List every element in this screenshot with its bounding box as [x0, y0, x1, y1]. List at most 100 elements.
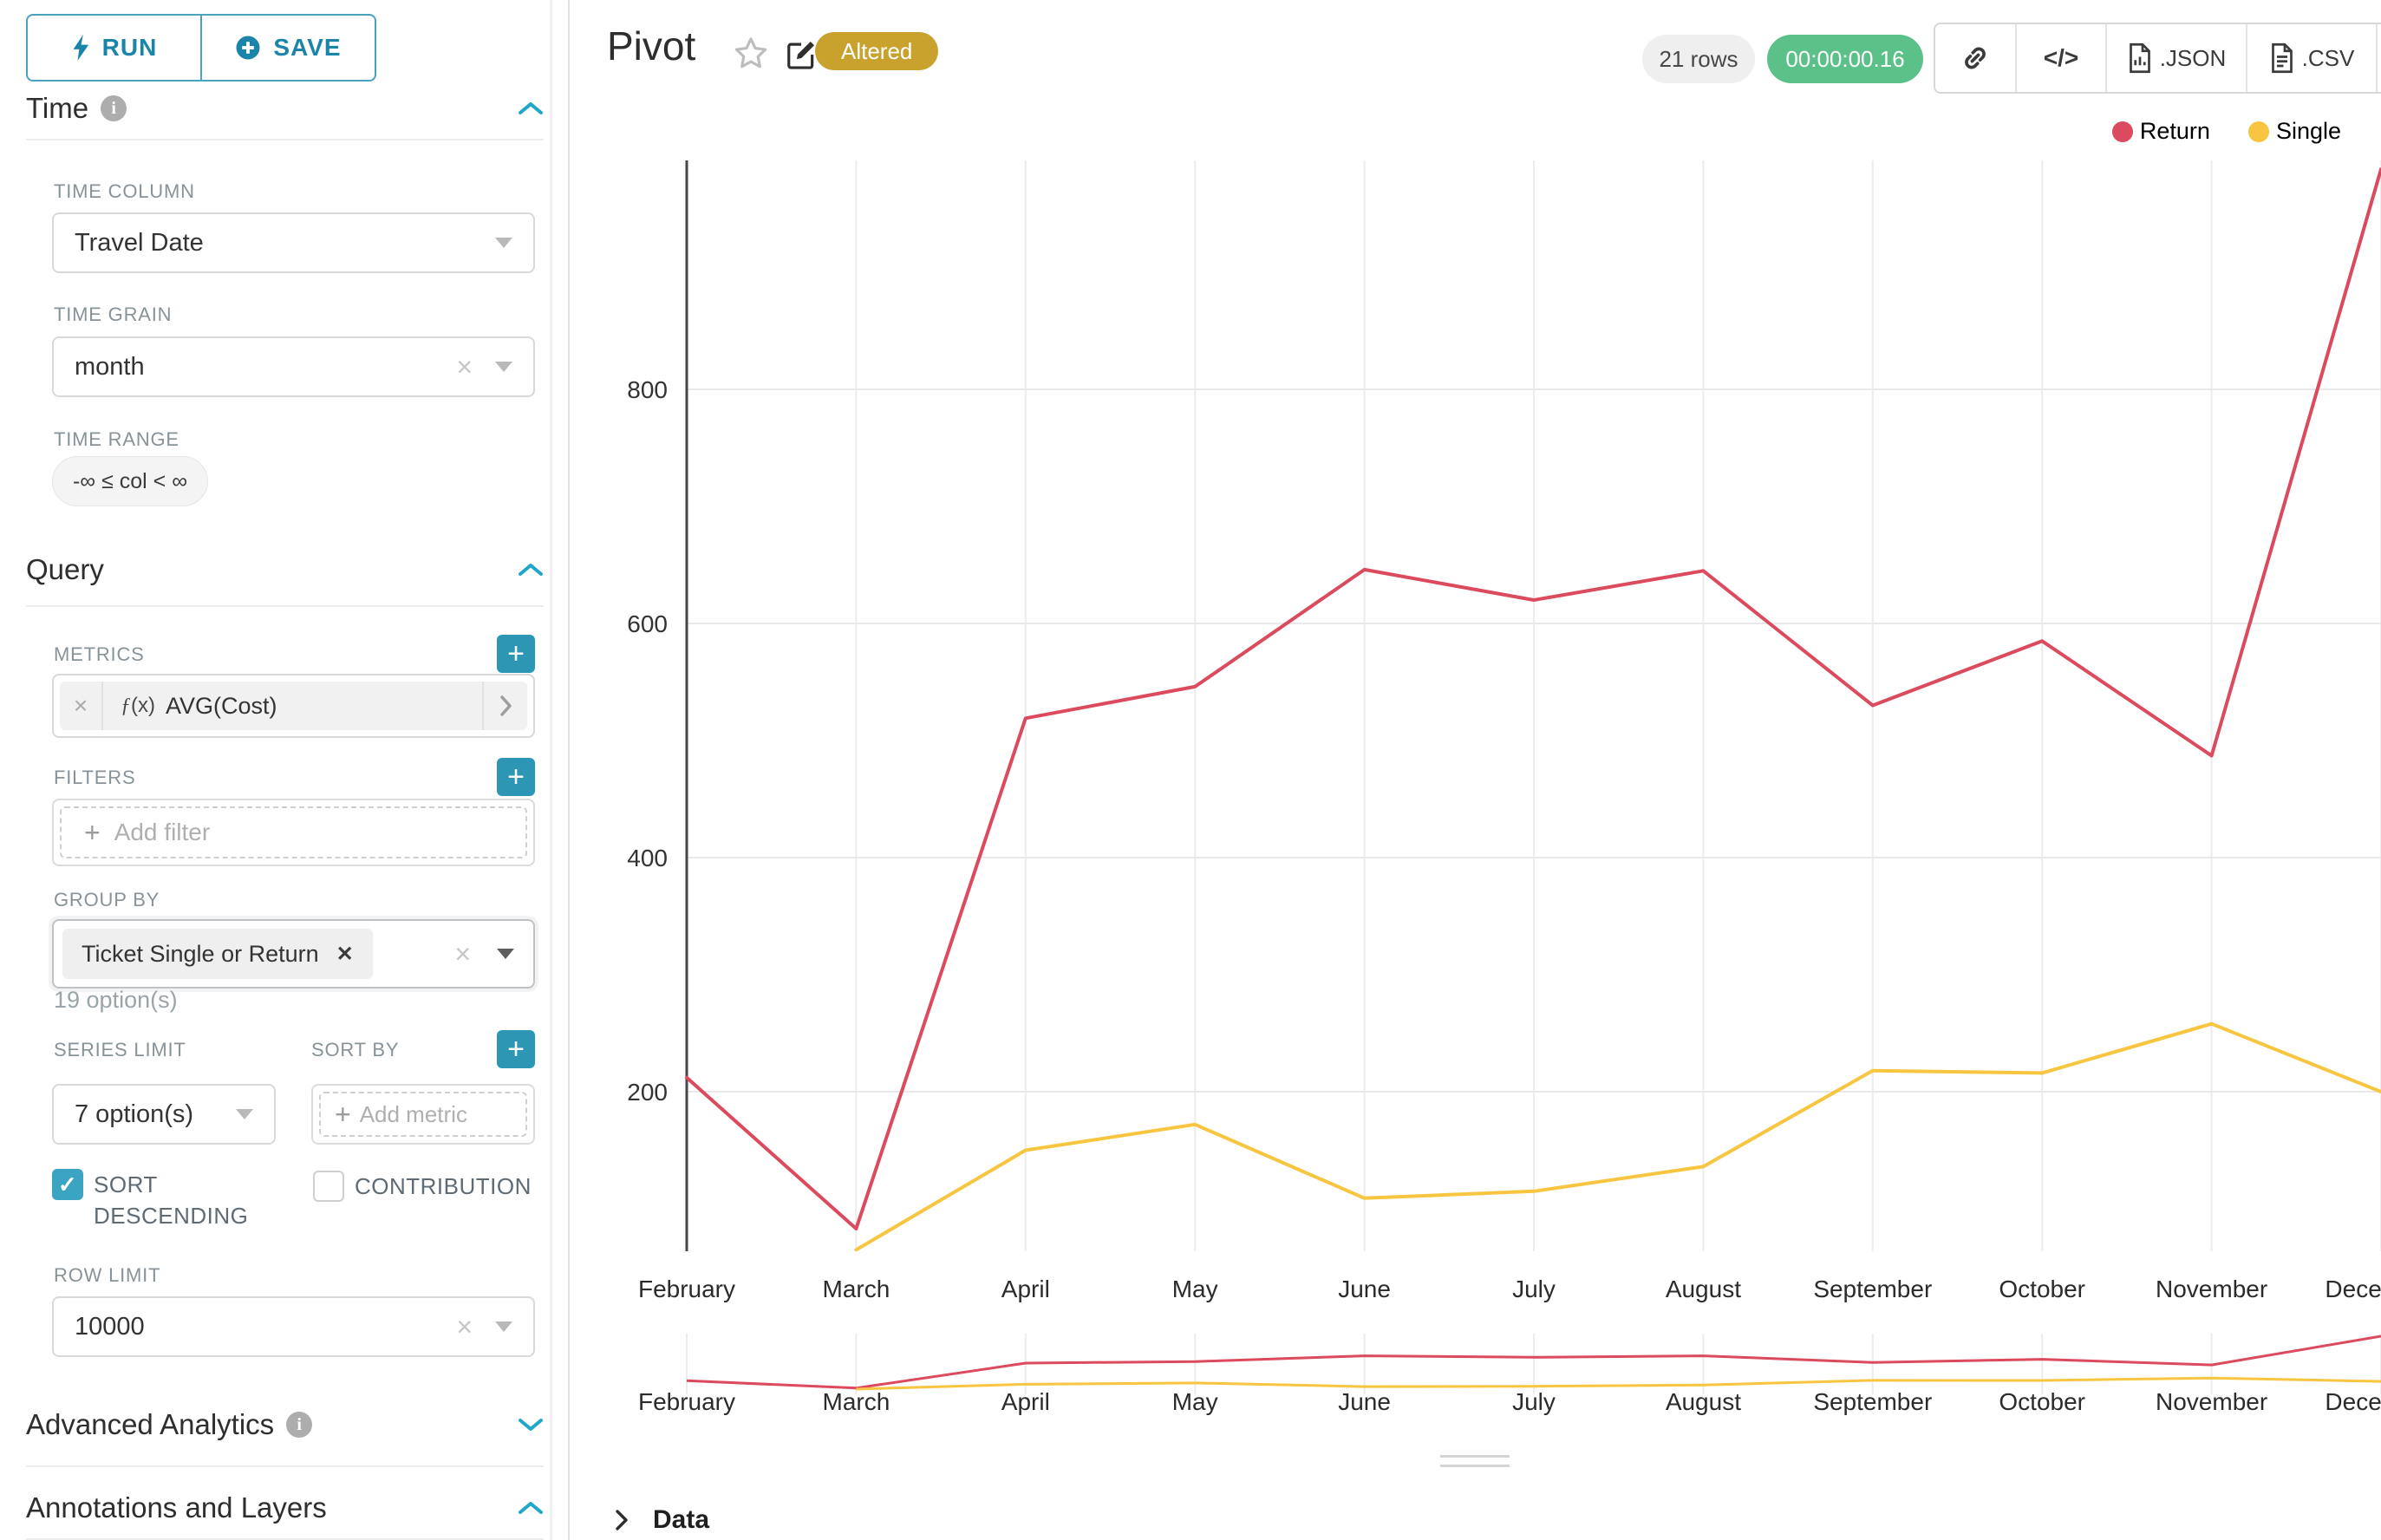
data-section-toggle[interactable]: Data [570, 1500, 2381, 1540]
plus-icon: + [335, 1099, 351, 1131]
favorite-star-icon[interactable] [733, 35, 769, 71]
legend-dot [2248, 121, 2269, 142]
sort-descending-label: SORT DESCENDING [94, 1169, 241, 1231]
chevron-right-icon [613, 1507, 630, 1533]
legend-item-return[interactable]: Return [2112, 118, 2210, 145]
row-limit-select[interactable]: 10000 × [52, 1296, 535, 1357]
legend-item-single[interactable]: Single [2248, 118, 2341, 145]
mini-x-axis-label: September [1813, 1388, 1932, 1415]
run-save-buttons: RUN SAVE [26, 14, 376, 82]
row-limit-label: ROW LIMIT [54, 1264, 160, 1287]
code-icon: </> [2044, 44, 2078, 72]
x-axis-label: April [1001, 1276, 1050, 1302]
annotations-header[interactable]: Annotations and Layers [26, 1491, 544, 1524]
contribution-label: CONTRIBUTION [355, 1171, 532, 1202]
link-icon [1960, 43, 1990, 73]
mini-x-axis-label: February [638, 1388, 735, 1415]
add-filter-dropzone[interactable]: + Add filter [60, 806, 527, 858]
group-by-select[interactable]: Ticket Single or Return ✕ × [52, 919, 535, 989]
sidebar-scrollbar[interactable] [550, 0, 552, 1540]
view-query-button[interactable]: </> [2015, 24, 2105, 92]
expand-metric-icon[interactable] [482, 682, 527, 730]
remove-metric-icon[interactable]: × [60, 682, 103, 730]
section-divider [26, 605, 544, 607]
add-metric-button[interactable]: + [497, 635, 535, 673]
time-grain-label: TIME GRAIN [54, 303, 172, 326]
mini-x-axis-label: May [1172, 1388, 1218, 1415]
y-axis-tick-label: 800 [627, 376, 668, 403]
row-limit-value: 10000 [75, 1313, 145, 1341]
clear-icon[interactable]: × [456, 1313, 473, 1341]
metrics-box: × ƒ(x) AVG(Cost) [52, 674, 535, 738]
remove-chip-icon[interactable]: ✕ [336, 942, 354, 967]
series-limit-select[interactable]: 7 option(s) [52, 1084, 276, 1145]
chart-panel: 200400600800FebruaryFebruaryMarchMarchAp… [570, 0, 2381, 1540]
group-by-chip[interactable]: Ticket Single or Return ✕ [62, 929, 373, 979]
clear-icon[interactable]: × [454, 940, 471, 968]
section-divider [26, 1465, 544, 1467]
time-range-label: TIME RANGE [54, 428, 179, 451]
plus-icon: + [84, 817, 101, 849]
x-axis-label: October [1999, 1276, 2085, 1302]
chevron-up-icon[interactable] [518, 562, 544, 578]
mini-x-axis-label: August [1666, 1388, 1741, 1415]
chevron-up-icon[interactable] [518, 1500, 544, 1516]
save-button[interactable]: SAVE [200, 16, 375, 80]
plus-circle-icon [235, 35, 261, 61]
export-toolbar: </> .JSON .CSV [1934, 23, 2381, 94]
edit-title-icon[interactable] [785, 38, 818, 71]
query-section-header[interactable]: Query [26, 553, 544, 586]
export-csv-button[interactable]: .CSV [2246, 24, 2376, 92]
time-column-value: Travel Date [75, 229, 204, 258]
line-chart[interactable]: 200400600800FebruaryFebruaryMarchMarchAp… [570, 0, 2381, 1540]
mini-x-axis-label: December [2325, 1388, 2381, 1415]
chevron-up-icon[interactable] [518, 101, 544, 116]
save-button-label: SAVE [273, 34, 341, 62]
metrics-label: METRICS [54, 643, 145, 666]
chevron-down-icon[interactable] [495, 238, 512, 248]
add-filter-placeholder: Add filter [114, 819, 211, 846]
sort-descending-checkbox-row[interactable]: ✓ SORT DESCENDING [52, 1169, 251, 1231]
chevron-down-icon[interactable] [236, 1109, 253, 1119]
chart-menu-button[interactable] [2376, 24, 2381, 92]
x-axis-label: November [2156, 1276, 2267, 1302]
legend-label: Return [2140, 118, 2210, 145]
metric-chip[interactable]: × ƒ(x) AVG(Cost) [60, 682, 527, 730]
mini-x-axis-label: October [1999, 1388, 2085, 1415]
run-button[interactable]: RUN [28, 16, 200, 80]
add-filter-button[interactable]: + [497, 758, 535, 796]
add-sort-metric-button[interactable]: + [497, 1030, 535, 1068]
legend-dot [2112, 121, 2133, 142]
chevron-down-icon[interactable] [495, 1321, 512, 1332]
share-link-button[interactable] [1935, 24, 2015, 92]
add-sort-metric-dropzone[interactable]: + Add metric [319, 1092, 527, 1137]
mini-x-axis-label: June [1338, 1388, 1391, 1415]
group-by-helper: 19 option(s) [54, 987, 178, 1014]
x-axis-label: December [2325, 1276, 2381, 1302]
chevron-down-icon[interactable] [518, 1417, 544, 1432]
export-json-button[interactable]: .JSON [2105, 24, 2246, 92]
clear-icon[interactable]: × [456, 353, 473, 381]
sort-by-box: + Add metric [311, 1084, 535, 1145]
time-grain-select[interactable]: month × [52, 336, 535, 397]
resize-drag-handle[interactable] [1440, 1455, 1510, 1458]
unchecked-checkbox-icon[interactable] [313, 1171, 344, 1202]
altered-badge[interactable]: Altered [815, 32, 938, 70]
fx-icon: ƒ(x) [121, 694, 155, 718]
resize-drag-handle[interactable] [1440, 1465, 1510, 1467]
series-line-single[interactable] [856, 1024, 2381, 1250]
csv-file-icon [2269, 42, 2295, 74]
time-section-header[interactable]: Time i [26, 92, 544, 125]
chevron-down-icon[interactable] [497, 949, 514, 959]
x-axis-label: May [1172, 1276, 1218, 1302]
time-column-select[interactable]: Travel Date [52, 212, 535, 273]
x-axis-label: June [1338, 1276, 1391, 1302]
time-range-pill[interactable]: -∞ ≤ col < ∞ [52, 456, 208, 506]
advanced-analytics-header[interactable]: Advanced Analytics i [26, 1408, 544, 1441]
contribution-checkbox-row[interactable]: CONTRIBUTION [313, 1171, 538, 1202]
chart-legend: Return Single [2112, 118, 2341, 145]
filters-box: + Add filter [52, 799, 535, 866]
checked-checkbox-icon[interactable]: ✓ [52, 1169, 83, 1200]
chevron-down-icon[interactable] [495, 362, 512, 372]
time-column-label: TIME COLUMN [54, 180, 195, 203]
